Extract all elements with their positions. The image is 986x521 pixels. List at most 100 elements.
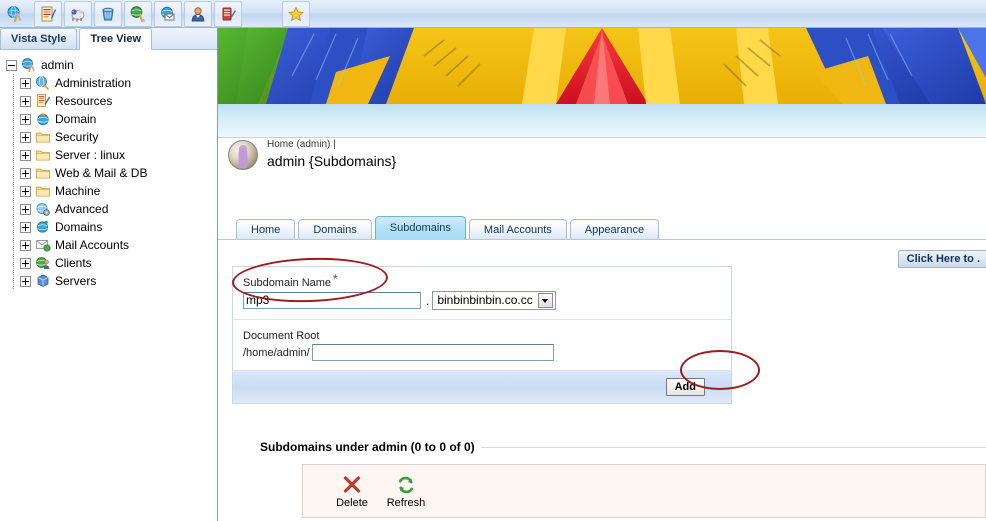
macaw-feathers-graphic (218, 28, 986, 104)
tree-node-resources[interactable]: Resources (4, 92, 217, 110)
globe-gear-icon (36, 203, 50, 216)
toolbar-button-favorites[interactable] (282, 0, 310, 27)
required-asterisk: * (333, 272, 338, 286)
globe-green-icon (36, 220, 49, 233)
navigation-tree: admin Administration Resources Domain Se… (0, 50, 217, 290)
tree-collapse-toggle-admin[interactable] (6, 59, 17, 71)
sidebar-tabstrip: Vista Style Tree View (0, 28, 217, 50)
click-here-tab[interactable]: Click Here to . (897, 250, 986, 268)
globe-blue-icon (37, 113, 49, 126)
document-pen-icon (37, 94, 50, 107)
toolbar-button-globe-tools[interactable] (1, 1, 29, 27)
main-toolbar (0, 0, 986, 28)
tree-node-advanced[interactable]: Advanced (4, 200, 217, 218)
tree-node-label: Mail Accounts (55, 238, 130, 252)
tree-expand-toggle[interactable] (20, 239, 31, 251)
breadcrumb: Home (admin) | admin {Subdomains} (228, 138, 968, 188)
tree-node-domains[interactable]: Domains (4, 218, 217, 236)
tree-node-label: Domain (55, 112, 97, 126)
tree-expand-toggle[interactable] (20, 203, 31, 215)
tree-expand-toggle[interactable] (20, 257, 31, 269)
tree-node-mail-accounts[interactable]: Mail Accounts (4, 236, 217, 254)
toolbar-button-sheep[interactable] (64, 0, 92, 27)
tree-node-label: Security (55, 130, 99, 144)
content-tabstrip: Home Domains Subdomains Mail Accounts Ap… (236, 216, 966, 240)
tree-node-administration[interactable]: Administration (4, 74, 217, 92)
tab-appearance[interactable]: Appearance (569, 219, 660, 240)
subdomain-name-input[interactable] (243, 292, 421, 309)
document-pen-icon (41, 6, 56, 21)
globe-pen-icon (36, 76, 49, 90)
globe-tools-icon (7, 5, 22, 22)
main-content: Home (admin) | admin {Subdomains} Home D… (218, 28, 986, 521)
breadcrumb-line: Home (admin) | (267, 139, 396, 150)
tree-node-servers[interactable]: Servers (4, 272, 217, 290)
tree-node-domain[interactable]: Domain (4, 110, 217, 128)
tab-mail-accounts[interactable]: Mail Accounts (468, 219, 567, 240)
tree-node-security[interactable]: Security (4, 128, 217, 146)
user-account-icon (191, 6, 205, 21)
tree-guide-line (13, 236, 14, 254)
subdomain-name-label-text: Subdomain Name (243, 277, 332, 289)
sheep-icon (71, 8, 85, 21)
toolbar-button-document-pen[interactable] (34, 0, 62, 27)
tab-home[interactable]: Home (236, 219, 296, 240)
add-button[interactable]: Add (665, 378, 705, 396)
server-icon (37, 274, 49, 287)
sidebar-tab-vista-style[interactable]: Vista Style (0, 28, 78, 49)
avatar (228, 140, 258, 170)
tree-guide-line (13, 182, 14, 200)
globe-tools-icon (22, 58, 35, 73)
tree-expand-toggle[interactable] (20, 113, 31, 125)
refresh-button[interactable]: Refresh (379, 474, 433, 509)
delete-button[interactable]: Delete (325, 474, 379, 509)
tree-guide-line (13, 200, 14, 218)
tree-expand-toggle[interactable] (20, 167, 31, 179)
delete-label: Delete (336, 496, 368, 509)
document-root-label: Document Root (243, 330, 320, 342)
tree-node-label: Web & Mail & DB (55, 166, 148, 180)
tree-node-machine[interactable]: Machine (4, 182, 217, 200)
tree-node-server-linux[interactable]: Server : linux (4, 146, 217, 164)
folder-icon (36, 150, 50, 161)
domain-select[interactable]: binbinbinbin.co.cc (432, 291, 556, 310)
tree-node-label: Machine (55, 184, 101, 198)
tree-node-web-mail-db[interactable]: Web & Mail & DB (4, 164, 217, 182)
toolbar-button-globe-brush[interactable] (124, 0, 152, 27)
tree-node-admin[interactable]: admin (4, 56, 217, 74)
tree-node-label: Resources (55, 94, 113, 108)
breadcrumb-home-link[interactable]: Home (admin) (267, 139, 330, 150)
tree-expand-toggle[interactable] (20, 149, 31, 161)
folder-icon (36, 186, 50, 197)
globe-mail-icon (161, 6, 175, 20)
document-root-row: Document Root /home/admin/ (233, 320, 731, 371)
toolbar-button-trash-bin[interactable] (94, 0, 122, 27)
avatar-body (238, 148, 248, 168)
tree-node-label: Servers (55, 274, 97, 288)
mail-globe-icon (36, 240, 51, 252)
tree-guide-line (13, 128, 14, 146)
tree-guide-line (13, 254, 14, 272)
toolbar-button-user-account[interactable] (184, 0, 212, 27)
tree-guide-line (13, 110, 14, 128)
tree-node-clients[interactable]: Clients (4, 254, 217, 272)
trash-bin-icon (102, 7, 114, 20)
document-root-input[interactable] (311, 344, 554, 361)
tab-subdomains[interactable]: Subdomains (374, 216, 466, 240)
tree-guide-line (13, 92, 14, 110)
tab-domains[interactable]: Domains (298, 219, 372, 240)
sidebar-tab-tree-view[interactable]: Tree View (79, 28, 153, 50)
tree-expand-toggle[interactable] (20, 221, 31, 233)
tree-expand-toggle[interactable] (20, 77, 31, 89)
tree-expand-toggle[interactable] (20, 95, 31, 107)
tree-expand-toggle[interactable] (20, 275, 31, 287)
tree-guide-line (13, 146, 14, 164)
tree-guide-line (13, 74, 14, 92)
chevron-down-icon[interactable] (537, 293, 553, 308)
tree-node-label: Server : linux (55, 148, 126, 162)
toolbar-button-globe-mail[interactable] (154, 0, 182, 27)
tree-expand-toggle[interactable] (20, 131, 31, 143)
toolbar-button-server-pen[interactable] (214, 0, 242, 27)
tree-expand-toggle[interactable] (20, 185, 31, 197)
subdomains-list-panel: Delete Refresh (302, 464, 986, 518)
